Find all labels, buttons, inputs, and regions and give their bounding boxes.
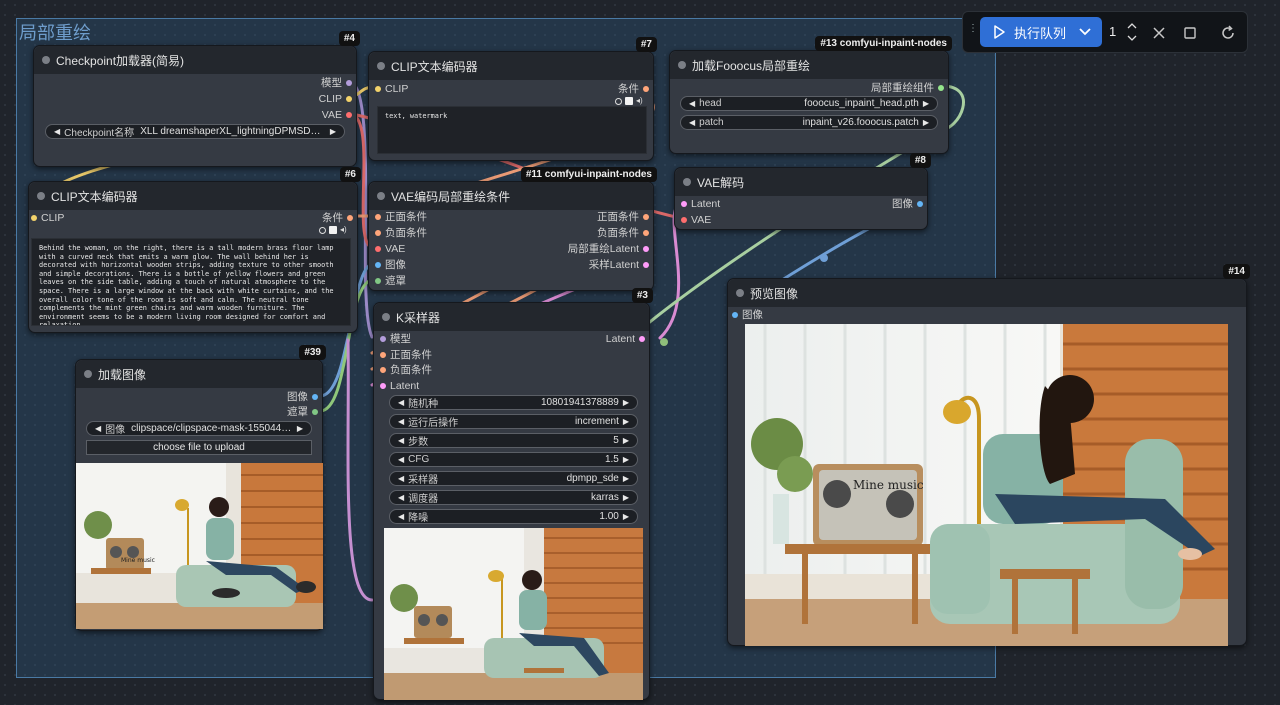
- checkpoint-name-widget[interactable]: ◀ Checkpoint名称 XLL dreamshaperXL_lightning…: [45, 124, 345, 139]
- vae-decode-node[interactable]: #8 VAE解码 Latent VAE 图像: [674, 153, 931, 230]
- sampler-widget[interactable]: ◀ 采样器 dpmpp_sde ▶: [389, 471, 638, 486]
- node-title[interactable]: 加载图像: [76, 360, 322, 388]
- node-title[interactable]: VAE编码局部重绘条件: [369, 182, 653, 210]
- node-title[interactable]: Checkpoint加载器(简易): [34, 46, 356, 74]
- node-id-badge: #11 comfyui-inpaint-nodes: [520, 167, 657, 182]
- output-vae[interactable]: VAE: [322, 108, 352, 122]
- output-conditioning[interactable]: 条件: [322, 211, 353, 225]
- vae-encode-inpaint-conditioning-node[interactable]: #11 comfyui-inpaint-nodes VAE编码局部重绘条件 正面…: [368, 167, 657, 291]
- widget-controls[interactable]: ◂): [319, 226, 349, 234]
- chevron-down-icon[interactable]: [1078, 27, 1092, 37]
- checkpoint-loader-node[interactable]: #4 Checkpoint加载器(简易) 模型 CLIP VAE ◀ Checkp…: [33, 31, 360, 167]
- input-vae[interactable]: VAE: [375, 242, 405, 256]
- queue-toolbar: ⋮ 执行队列 1: [962, 11, 1248, 53]
- node-id-badge: #8: [909, 153, 931, 168]
- input-positive[interactable]: 正面条件: [375, 210, 427, 224]
- control-after-generate-widget[interactable]: ◀ 运行后操作 increment ▶: [389, 414, 638, 429]
- ksampler-node[interactable]: #3 K采样器 模型 正面条件 负面条件 Latent Latent ◀ 随机种 1…: [373, 288, 653, 700]
- node-id-badge: #3: [631, 288, 653, 303]
- prompt-textarea[interactable]: text, watermark: [377, 106, 647, 154]
- drag-handle-icon[interactable]: ⋮: [968, 24, 978, 39]
- preview-output-image: Mine music: [745, 324, 1228, 646]
- input-latent[interactable]: Latent: [681, 197, 720, 211]
- input-image[interactable]: 图像: [732, 308, 763, 322]
- output-clip[interactable]: CLIP: [319, 92, 352, 106]
- play-icon: [994, 25, 1005, 39]
- input-mask[interactable]: 遮罩: [375, 274, 406, 288]
- patch-widget[interactable]: ◀ patch inpaint_v26.fooocus.patch ▶: [680, 115, 938, 130]
- queue-prompt-button[interactable]: 执行队列: [980, 17, 1102, 47]
- input-negative[interactable]: 负面条件: [380, 363, 432, 377]
- node-id-badge: #7: [635, 37, 657, 52]
- node-id-badge: #4: [338, 31, 360, 46]
- node-id-badge: #6: [339, 167, 361, 182]
- output-negative[interactable]: 负面条件: [597, 226, 649, 240]
- output-latent[interactable]: 采样Latent: [589, 258, 649, 272]
- load-image-node[interactable]: #39 加载图像 图像 遮罩 ◀ 图像 clipspace/clipspace-ma…: [75, 345, 326, 631]
- ksampler-preview-image: [384, 528, 643, 700]
- node-title[interactable]: K采样器: [374, 303, 649, 331]
- radio-label-text: Mine music: [853, 478, 924, 492]
- input-vae[interactable]: VAE: [681, 213, 711, 227]
- steps-widget[interactable]: ◀ 步数 5 ▶: [389, 433, 638, 448]
- node-title[interactable]: VAE解码: [675, 168, 927, 196]
- load-fooocus-inpaint-node[interactable]: #13 comfyui-inpaint-nodes 加载Fooocus局部重绘 …: [669, 36, 952, 154]
- output-model[interactable]: 模型: [321, 76, 352, 90]
- input-latent[interactable]: Latent: [380, 379, 419, 393]
- prompt-textarea[interactable]: Behind the woman, on the right, there is…: [31, 238, 351, 326]
- input-model[interactable]: 模型: [380, 332, 411, 346]
- image-label-text: Mine music: [121, 557, 155, 564]
- node-id-badge: #39: [299, 345, 326, 360]
- preview-image-node[interactable]: #14 预览图像 图像 Mine music: [727, 264, 1250, 646]
- input-negative[interactable]: 负面条件: [375, 226, 427, 240]
- denoise-widget[interactable]: ◀ 降噪 1.00 ▶: [389, 509, 638, 524]
- output-positive[interactable]: 正面条件: [597, 210, 649, 224]
- output-inpaint-latent[interactable]: 局部重绘Latent: [568, 242, 649, 256]
- input-image[interactable]: 图像: [375, 258, 406, 272]
- head-widget[interactable]: ◀ head fooocus_inpaint_head.pth ▶: [680, 96, 938, 111]
- cfg-widget[interactable]: ◀ CFG 1.5 ▶: [389, 452, 638, 467]
- node-title[interactable]: CLIP文本编码器: [29, 182, 357, 210]
- widget-controls[interactable]: ◂): [615, 97, 645, 105]
- stop-icon[interactable]: [1182, 25, 1198, 41]
- input-clip[interactable]: CLIP: [375, 82, 408, 96]
- queue-button-label: 执行队列: [1014, 25, 1067, 41]
- loaded-image: Mine music: [76, 463, 323, 629]
- refresh-icon[interactable]: [1220, 25, 1236, 41]
- upload-button[interactable]: choose file to upload: [86, 440, 312, 455]
- seed-widget[interactable]: ◀ 随机种 10801941378889 ▶: [389, 395, 638, 410]
- node-id-badge: #14: [1223, 264, 1250, 279]
- output-image[interactable]: 图像: [892, 197, 923, 211]
- output-conditioning[interactable]: 条件: [618, 82, 649, 96]
- input-positive[interactable]: 正面条件: [380, 348, 432, 362]
- queue-count-stepper[interactable]: [1127, 21, 1137, 46]
- node-id-badge: #13 comfyui-inpaint-nodes: [815, 36, 952, 51]
- output-image[interactable]: 图像: [287, 390, 318, 404]
- input-clip[interactable]: CLIP: [31, 211, 64, 225]
- node-title[interactable]: CLIP文本编码器: [369, 52, 653, 80]
- clip-text-encode-negative-node[interactable]: #7 CLIP文本编码器 CLIP 条件 ◂) text, watermark: [368, 37, 657, 161]
- group-title: 局部重绘: [19, 23, 91, 43]
- output-inpaint-patch[interactable]: 局部重绘组件: [871, 81, 944, 95]
- node-title[interactable]: 加载Fooocus局部重绘: [670, 51, 948, 79]
- image-select-widget[interactable]: ◀ 图像 clipspace/clipspace-mask-1550442... ▶: [86, 421, 312, 436]
- scheduler-widget[interactable]: ◀ 调度器 karras ▶: [389, 490, 638, 505]
- output-mask[interactable]: 遮罩: [287, 405, 318, 419]
- node-title[interactable]: 预览图像: [728, 279, 1246, 307]
- output-latent[interactable]: Latent: [606, 332, 645, 346]
- clip-text-encode-positive-node[interactable]: #6 CLIP文本编码器 CLIP 条件 ◂) Behind the woman…: [28, 167, 361, 333]
- close-icon[interactable]: [1151, 25, 1167, 41]
